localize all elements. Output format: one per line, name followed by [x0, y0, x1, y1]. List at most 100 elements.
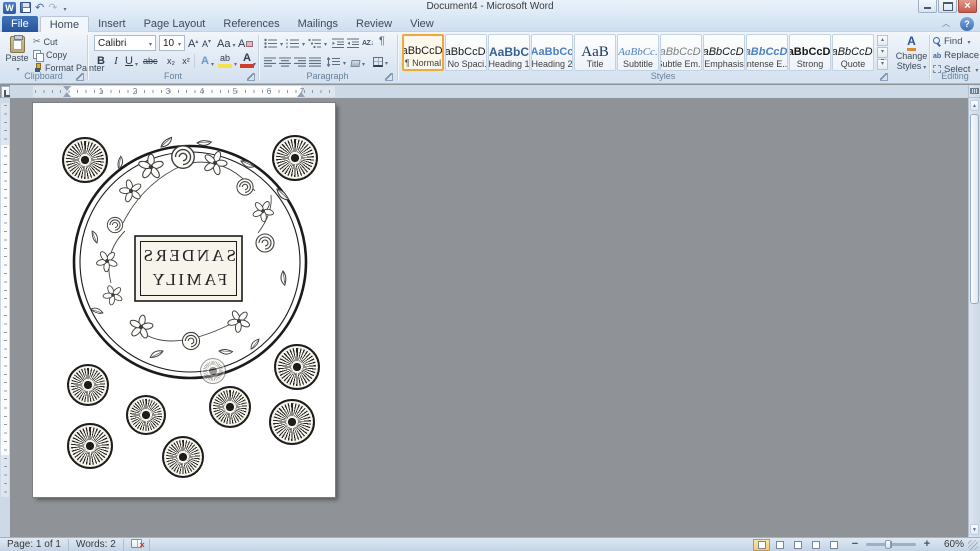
align-left-button[interactable] — [264, 55, 277, 69]
increase-indent-button[interactable] — [347, 36, 360, 50]
style-quote[interactable]: AaBbCcDdIQuote — [832, 34, 874, 71]
zoom-slider-thumb[interactable] — [885, 540, 891, 549]
tab-mailings[interactable]: Mailings — [289, 16, 347, 32]
replace-button[interactable]: Replace — [933, 49, 979, 61]
minimize-ribbon-button[interactable] — [939, 18, 953, 30]
document-area[interactable]: SANDERS FAMILY — [10, 98, 968, 537]
help-icon[interactable] — [960, 17, 974, 31]
zoom-out-button[interactable] — [848, 539, 862, 551]
align-center-button[interactable] — [279, 55, 292, 69]
zoom-level[interactable]: 60% — [934, 539, 964, 550]
style-emphasis[interactable]: AaBbCcDdIEmphasis — [703, 34, 745, 71]
proofing-status[interactable] — [124, 538, 150, 551]
first-line-indent-marker[interactable] — [63, 86, 71, 91]
chevron-down-icon[interactable] — [147, 38, 152, 49]
font-dialog-launcher[interactable] — [247, 73, 255, 81]
clipboard-dialog-launcher[interactable] — [76, 73, 84, 81]
vertical-scrollbar[interactable] — [968, 85, 980, 537]
line-spacing-icon — [327, 56, 340, 67]
superscript-button[interactable]: x² — [179, 53, 193, 69]
tab-insert[interactable]: Insert — [89, 16, 135, 32]
underline-dropdown-arrow-icon[interactable] — [133, 57, 138, 69]
grow-font-button[interactable]: A — [188, 37, 198, 50]
view-print-layout-button[interactable] — [753, 538, 770, 551]
bullets-button[interactable] — [264, 36, 283, 50]
hanging-indent-marker[interactable] — [63, 92, 71, 97]
view-full-screen-button[interactable] — [771, 539, 788, 551]
sort-button[interactable] — [362, 36, 373, 50]
styles-more-button[interactable] — [877, 59, 888, 70]
style-heading-2[interactable]: AaBbCc Heading 2 — [531, 34, 573, 71]
show-formatting-marks-button[interactable] — [379, 34, 385, 48]
ruler-toggle-button[interactable] — [969, 85, 980, 98]
style-intense-emphasis[interactable]: AaBbCcDdIIntense E... — [746, 34, 788, 71]
close-button[interactable] — [958, 0, 977, 13]
justify-button[interactable] — [309, 55, 322, 69]
tab-home[interactable]: Home — [39, 16, 90, 32]
zoom-slider[interactable] — [866, 540, 916, 549]
style-heading-1[interactable]: AaBbC Heading 1 — [488, 34, 530, 71]
font-size-select[interactable]: 10 — [159, 35, 185, 51]
shrink-font-button[interactable]: A — [202, 37, 211, 50]
rosette-ornament — [269, 399, 315, 445]
save-icon[interactable] — [20, 2, 31, 13]
scroll-up-button[interactable] — [970, 100, 979, 111]
paragraph-dialog-launcher[interactable] — [385, 73, 393, 81]
scroll-down-button[interactable] — [970, 524, 979, 535]
find-button[interactable]: Find — [933, 35, 971, 47]
redo-button[interactable] — [48, 2, 57, 14]
maximize-button[interactable] — [938, 0, 957, 13]
style-normal[interactable]: AaBbCcDdI¶ Normal — [402, 34, 444, 71]
font-color-dropdown-arrow-icon[interactable] — [251, 57, 256, 69]
scrollbar-thumb[interactable] — [970, 114, 979, 304]
styles-scroll-down-button[interactable] — [877, 47, 888, 58]
horizontal-ruler[interactable]: 1 2 3 4 5 6 7 — [10, 85, 968, 98]
text-effects-dropdown-arrow-icon[interactable] — [209, 57, 214, 69]
view-web-layout-button[interactable] — [789, 539, 806, 551]
numbering-button[interactable] — [286, 36, 305, 50]
bold-button[interactable]: B — [94, 53, 108, 69]
document-page[interactable]: SANDERS FAMILY — [33, 103, 335, 497]
clear-formatting-button[interactable]: A — [238, 37, 253, 50]
styles-dialog-launcher[interactable] — [880, 73, 888, 81]
italic-button[interactable]: I — [109, 53, 123, 69]
multilevel-list-button[interactable] — [308, 36, 327, 50]
shading-button[interactable] — [350, 56, 365, 70]
strikethrough-button[interactable]: abc — [143, 53, 158, 69]
chevron-down-icon[interactable] — [176, 38, 181, 49]
word-logo-icon[interactable] — [3, 1, 16, 14]
view-draft-button[interactable] — [825, 539, 842, 551]
style-strong[interactable]: AaBbCcDdIStrong — [789, 34, 831, 71]
word-count[interactable]: Words: 2 — [69, 538, 124, 551]
highlight-dropdown-arrow-icon[interactable] — [232, 57, 237, 69]
customize-qat-button[interactable] — [61, 2, 66, 14]
line-spacing-button[interactable] — [327, 55, 346, 69]
tab-view[interactable]: View — [401, 16, 443, 32]
zoom-in-button[interactable] — [920, 539, 934, 551]
page-indicator[interactable]: Page: 1 of 1 — [0, 538, 69, 551]
view-outline-button[interactable] — [807, 539, 824, 551]
vertical-ruler[interactable] — [0, 98, 10, 537]
highlight-button[interactable]: ab — [218, 53, 232, 68]
status-bar: Page: 1 of 1 Words: 2 60% — [0, 537, 980, 551]
tab-stop-selector[interactable] — [1, 86, 10, 98]
change-case-button[interactable]: Aa — [217, 37, 235, 50]
style-title[interactable]: AaB Title — [574, 34, 616, 71]
tab-file[interactable]: File — [2, 16, 38, 32]
tab-references[interactable]: References — [214, 16, 288, 32]
minimize-button[interactable] — [918, 0, 937, 13]
decrease-indent-button[interactable] — [332, 36, 345, 50]
borders-button[interactable] — [373, 55, 388, 69]
style-subtitle[interactable]: AaBbCc. Subtitle — [617, 34, 659, 71]
styles-scroll-up-button[interactable] — [877, 35, 888, 46]
undo-button[interactable] — [35, 2, 44, 14]
font-family-select[interactable]: Calibri — [94, 35, 156, 51]
right-indent-marker[interactable] — [297, 92, 305, 97]
tab-review[interactable]: Review — [347, 16, 401, 32]
style-subtle-emphasis[interactable]: AaBbCcDdISubtle Em... — [660, 34, 702, 71]
resize-grip[interactable] — [968, 539, 978, 550]
tab-page-layout[interactable]: Page Layout — [135, 16, 215, 32]
align-right-button[interactable] — [294, 55, 307, 69]
style-no-spacing[interactable]: AaBbCcDdI¶ No Spaci... — [445, 34, 487, 71]
subscript-button[interactable]: x₂ — [164, 53, 178, 69]
